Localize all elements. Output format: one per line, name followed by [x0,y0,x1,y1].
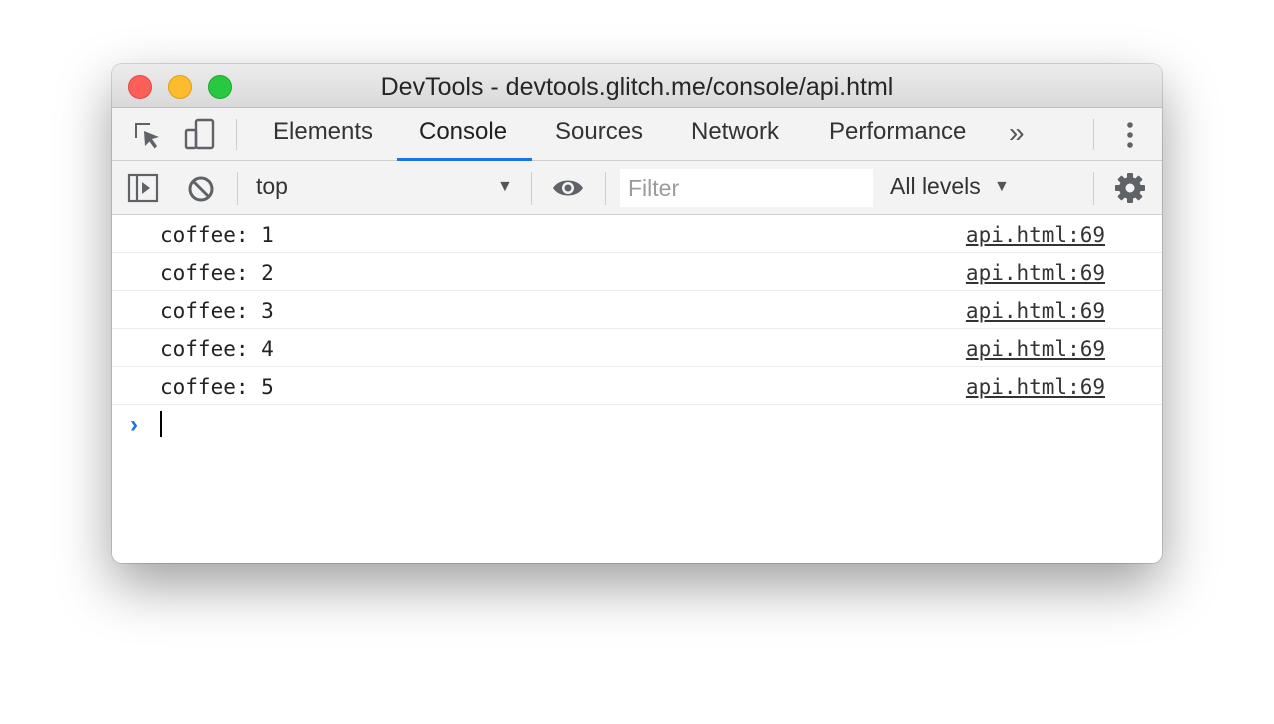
eye-icon[interactable] [551,176,585,200]
tab-performance[interactable]: Performance [829,118,966,146]
toolbar-divider-3 [605,172,606,205]
tabbar-divider [236,119,237,150]
toolbar-divider-1 [237,172,238,205]
window-title: DevTools - devtools.glitch.me/console/ap… [380,73,894,101]
more-tabs-icon[interactable]: » [1009,117,1025,149]
toolbar-divider-2 [531,172,532,205]
levels-dropdown-icon: ▼ [994,178,1010,195]
console-message: coffee: 4 api.html:69 [112,329,1162,367]
prompt-chevron-icon: › [130,411,138,438]
console-message: coffee: 5 api.html:69 [112,367,1162,405]
console-message-source-link[interactable]: api.html:69 [966,375,1105,399]
console-message: coffee: 2 api.html:69 [112,253,1162,291]
console-toolbar: top ▼ All levels ▼ [112,161,1162,215]
console-message-text: coffee: 3 [160,299,274,323]
console-message-source-link[interactable]: api.html:69 [966,337,1105,361]
console-message-text: coffee: 1 [160,223,274,247]
title-bar: DevTools - devtools.glitch.me/console/ap… [112,64,1162,108]
context-selector-label: top [256,173,288,199]
kebab-menu-icon[interactable] [1123,120,1137,150]
console-message-text: coffee: 4 [160,337,274,361]
devtools-window: DevTools - devtools.glitch.me/console/ap… [112,64,1162,563]
tab-sources[interactable]: Sources [555,118,643,146]
console-message: coffee: 3 api.html:69 [112,291,1162,329]
console-message-source-link[interactable]: api.html:69 [966,261,1105,285]
console-prompt[interactable]: › [112,405,1162,445]
console-message-source-link[interactable]: api.html:69 [966,223,1105,247]
tab-elements[interactable]: Elements [273,118,373,146]
gear-icon[interactable] [1114,172,1146,204]
tab-network[interactable]: Network [691,118,779,146]
console-output: coffee: 1 api.html:69 coffee: 2 api.html… [112,215,1162,563]
text-cursor [160,411,162,437]
device-toolbar-icon[interactable] [184,118,216,152]
sidebar-toggle-icon[interactable] [127,173,159,203]
tab-console[interactable]: Console [419,118,507,146]
filter-input[interactable] [620,169,873,207]
panel-tab-bar: Elements Console Sources Network Perform… [112,108,1162,161]
inspect-element-icon[interactable] [132,121,162,151]
clear-console-icon[interactable] [186,174,216,204]
console-message-text: coffee: 5 [160,375,274,399]
context-dropdown-icon: ▼ [497,178,513,195]
tabbar-divider-right [1093,119,1094,150]
log-levels-label: All levels [890,173,981,199]
console-message: coffee: 1 api.html:69 [112,215,1162,253]
console-message-source-link[interactable]: api.html:69 [966,299,1105,323]
toolbar-divider-4 [1093,172,1094,205]
console-message-text: coffee: 2 [160,261,274,285]
